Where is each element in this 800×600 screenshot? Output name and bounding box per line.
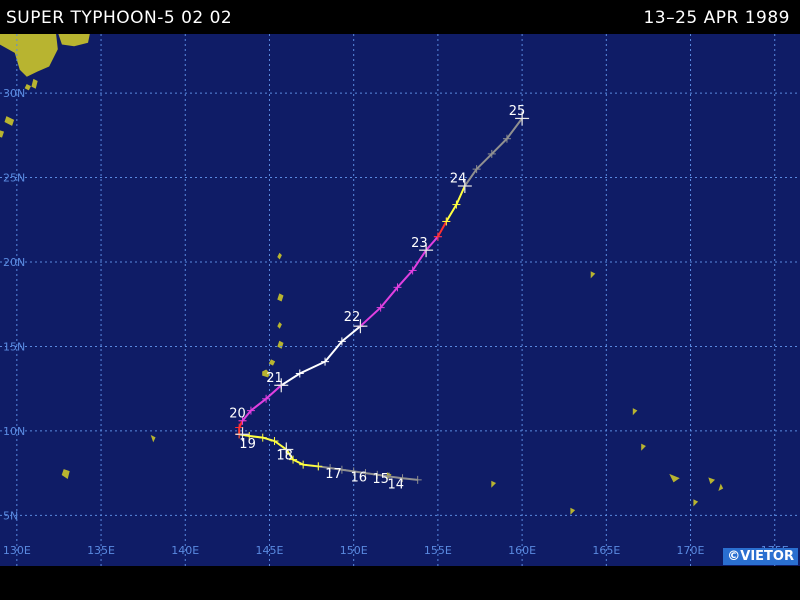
- day-label-15: 15: [372, 472, 389, 487]
- storm-title: SUPER TYPHOON-5 02 02: [6, 8, 233, 28]
- lat-label-25N: 25N: [3, 172, 25, 185]
- lon-label-170E: 170E: [677, 544, 705, 557]
- landmass-17: [641, 443, 646, 451]
- day-labels: 1415 16 17 18 19 20 21 22 23 24 25: [229, 104, 525, 492]
- lon-label-145E: 145E: [255, 544, 283, 557]
- track-segment-8: [463, 117, 523, 187]
- lat-label-15N: 15N: [3, 340, 25, 353]
- landmass-2: [31, 78, 38, 89]
- day-label-17: 17: [325, 467, 342, 482]
- track-segment-7: [445, 185, 466, 223]
- landmass-22: [590, 271, 596, 279]
- land-layer: [0, 34, 724, 515]
- day-label-14: 14: [388, 477, 405, 492]
- track-map: 130E135E140E145E150E155E160E165E170E175E…: [0, 34, 800, 566]
- landmass-11: [277, 252, 282, 260]
- landmass-13: [150, 435, 156, 443]
- lat-label-10N: 10N: [3, 425, 25, 438]
- landmass-0: [0, 34, 58, 77]
- date-range: 13–25 APR 1989: [643, 8, 790, 28]
- day-label-21: 21: [266, 371, 283, 386]
- day-label-18: 18: [276, 449, 293, 464]
- landmass-10: [277, 321, 282, 329]
- landmass-9: [277, 293, 284, 302]
- lon-label-150E: 150E: [340, 544, 368, 557]
- footer-bar: [0, 566, 800, 600]
- landmass-19: [708, 477, 716, 485]
- lon-label-135E: 135E: [87, 544, 115, 557]
- landmass-7: [268, 359, 276, 366]
- credit-badge: ©VIETOR: [723, 548, 798, 565]
- day-label-23: 23: [411, 236, 428, 251]
- landmass-16: [570, 507, 576, 515]
- landmass-23: [693, 499, 699, 507]
- day-label-20: 20: [229, 406, 246, 421]
- lon-label-155E: 155E: [424, 544, 452, 557]
- landmass-18: [669, 473, 680, 483]
- lat-label-5N: 5N: [3, 509, 18, 522]
- lat-label-20N: 20N: [3, 256, 25, 269]
- landmass-20: [718, 483, 724, 491]
- lat-label-30N: 30N: [3, 87, 25, 100]
- map-canvas: 130E135E140E145E150E155E160E165E170E175E…: [0, 34, 800, 566]
- lon-label-140E: 140E: [171, 544, 199, 557]
- day-label-16: 16: [350, 471, 367, 486]
- day-label-19: 19: [239, 437, 256, 452]
- day-label-24: 24: [450, 172, 467, 187]
- landmass-21: [632, 408, 638, 416]
- track-segment-6: [437, 221, 448, 238]
- lon-label-130E: 130E: [3, 544, 31, 557]
- landmass-1: [58, 34, 90, 47]
- track-segment-4: [280, 325, 362, 387]
- landmass-5: [0, 130, 5, 138]
- landmass-4: [4, 116, 15, 126]
- header-bar: SUPER TYPHOON-5 02 02 13–25 APR 1989: [0, 0, 800, 34]
- landmass-6: [277, 340, 284, 349]
- landmass-3: [24, 84, 31, 91]
- lon-label-165E: 165E: [592, 544, 620, 557]
- day-label-25: 25: [509, 104, 526, 119]
- landmass-15: [491, 480, 497, 488]
- lon-label-160E: 160E: [508, 544, 536, 557]
- track-segment-3: [241, 384, 282, 422]
- landmass-12: [61, 469, 70, 480]
- day-label-22: 22: [344, 310, 361, 325]
